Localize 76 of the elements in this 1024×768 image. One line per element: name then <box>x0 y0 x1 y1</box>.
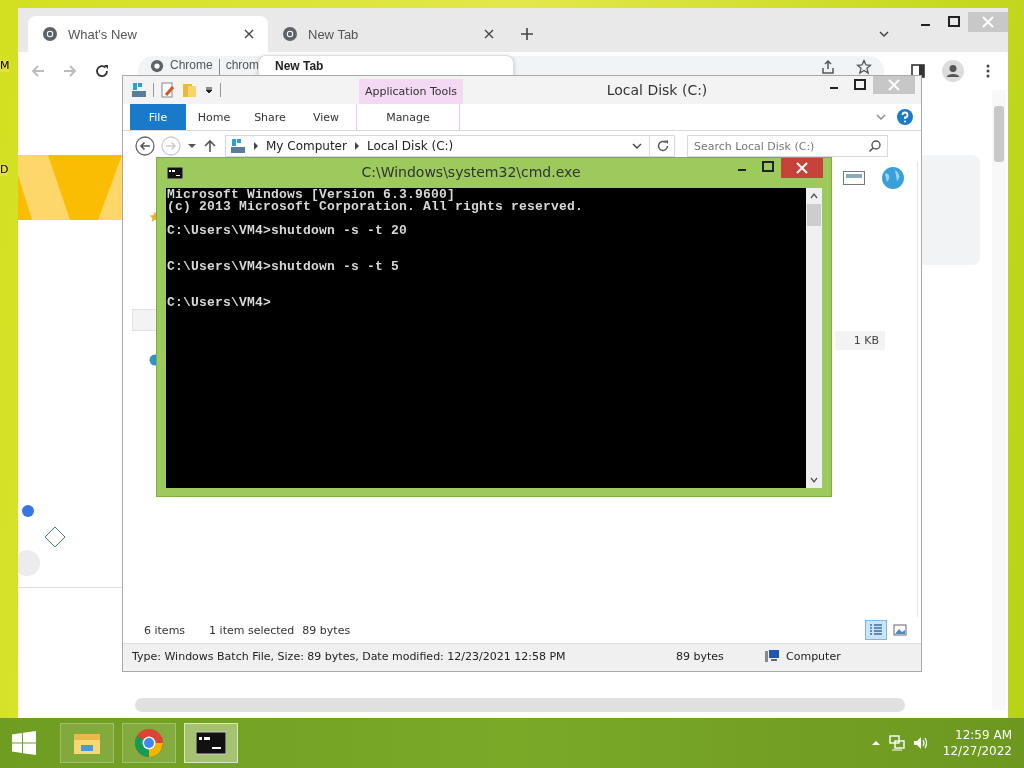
ribbon-tab[interactable]: Share <box>242 104 298 130</box>
plus-icon[interactable] <box>520 27 534 41</box>
console-icon <box>196 728 226 758</box>
browser-tab[interactable]: What's New <box>28 16 268 52</box>
item-count: 6 items <box>144 623 186 637</box>
scrollbar[interactable] <box>135 698 905 712</box>
window-title: Local Disk (C:) <box>605 81 709 100</box>
globe-icon[interactable] <box>881 166 905 190</box>
desktop-icon-label: M <box>0 60 10 72</box>
dropdown-icon[interactable] <box>187 141 197 151</box>
profile-icon[interactable] <box>942 60 964 82</box>
chrome-icon <box>150 59 164 73</box>
breadcrumb-item[interactable]: My Computer <box>266 139 347 153</box>
console-output: Microsoft Windows [Version 6.3.9600] (c) 2013 Microsoft Corporation. All rights reserved. C:\Users\VM4>shutdown -s -t 20 C:\Users\VM4>shutdown -s -t 5 C:\Users\VM4> <box>166 188 585 312</box>
window-title: C:\Windows\system32\cmd.exe <box>360 163 582 180</box>
file-details: Type: Windows Batch File, Size: 89 bytes, Date modified: 12/23/2021 12:58 PM <box>132 649 567 663</box>
site-name: Chrome <box>170 59 213 72</box>
windows-start-icon[interactable] <box>12 731 36 755</box>
console-icon <box>167 167 183 179</box>
breadcrumb-item[interactable]: Local Disk (C:) <box>366 139 454 153</box>
volume-icon[interactable] <box>912 735 929 751</box>
reload-icon[interactable] <box>94 63 110 79</box>
chevron-right-icon[interactable] <box>252 142 260 150</box>
share-icon[interactable] <box>820 59 836 75</box>
scroll-thumb[interactable] <box>807 204 821 226</box>
close-icon[interactable] <box>781 158 823 178</box>
show-hidden-icons-icon[interactable] <box>870 738 881 748</box>
ribbon-tab[interactable]: Manage <box>356 104 460 130</box>
help-icon[interactable] <box>897 109 913 125</box>
address-bar[interactable]: My Computer Local Disk (C:) <box>225 135 675 157</box>
refresh-icon[interactable] <box>656 139 670 153</box>
scrollbar[interactable] <box>992 90 1006 710</box>
dot-icon <box>22 505 34 517</box>
clock-date: 12/27/2022 <box>942 743 1012 759</box>
search-icon[interactable] <box>868 139 882 153</box>
up-arrow-icon[interactable] <box>203 139 217 153</box>
circle-icon <box>18 550 40 576</box>
selection-info: 1 item selected <box>209 623 295 637</box>
chrome-icon <box>282 26 298 42</box>
computer-icon <box>230 138 246 154</box>
chevron-right-icon[interactable] <box>352 142 361 150</box>
browser-taskbar-button[interactable] <box>122 723 176 763</box>
back-icon[interactable] <box>135 136 155 156</box>
location-label: Computer <box>786 649 841 663</box>
computer-icon <box>764 648 780 664</box>
scrollbar[interactable] <box>806 188 822 488</box>
ribbon-tab[interactable]: View <box>298 104 354 130</box>
ribbon-tab[interactable]: File <box>130 104 186 130</box>
close-icon[interactable] <box>244 29 254 39</box>
context-group-label: Application Tools <box>364 85 458 98</box>
search-field[interactable]: Search Local Disk (C:) <box>687 135 888 157</box>
clock-time: 12:59 AM <box>955 727 1012 743</box>
network-icon[interactable] <box>888 735 905 751</box>
file-size: 1 KB <box>835 331 885 350</box>
details-view-button[interactable] <box>865 620 887 640</box>
hover-card-title: New Tab <box>275 59 324 73</box>
dropdown-icon[interactable] <box>204 85 214 95</box>
chrome-icon <box>42 26 58 42</box>
selection-size: 89 bytes <box>302 623 351 637</box>
console-taskbar-button[interactable] <box>184 723 238 763</box>
preview-pane-icon[interactable] <box>843 171 865 185</box>
properties-icon[interactable] <box>160 82 176 98</box>
image-icon <box>893 623 907 637</box>
chrome-icon <box>134 728 164 758</box>
diamond-icon <box>44 526 66 548</box>
chevron-down-icon[interactable] <box>878 28 890 40</box>
star-icon[interactable] <box>856 59 872 75</box>
file-size: 89 bytes <box>676 649 725 663</box>
computer-icon[interactable] <box>131 82 147 98</box>
scroll-up-icon[interactable] <box>810 192 818 200</box>
close-icon[interactable] <box>484 29 494 39</box>
url-text: chrom <box>225 59 260 72</box>
scroll-down-icon[interactable] <box>810 476 818 484</box>
details-icon <box>869 623 883 637</box>
ribbon-tab[interactable]: Home <box>186 104 242 130</box>
desktop-icon-label: D <box>0 164 9 176</box>
